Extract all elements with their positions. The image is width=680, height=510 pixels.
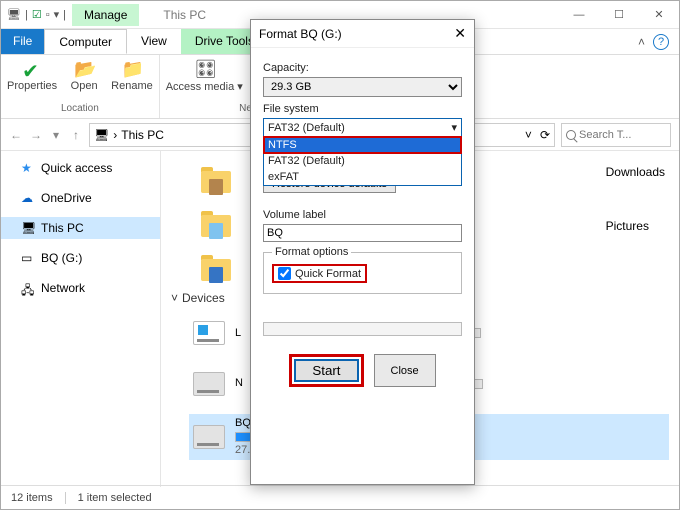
file-tab[interactable]: File	[1, 29, 44, 54]
properties-label: Properties	[7, 80, 57, 92]
format-options-fieldset: Format options Quick Format	[263, 246, 462, 294]
fs-option-fat32[interactable]: FAT32 (Default)	[264, 153, 461, 169]
search-icon	[566, 130, 576, 140]
recent-dropdown[interactable]: ▾	[49, 128, 63, 142]
box-icon: ▫	[46, 9, 50, 21]
search-box[interactable]: Search T...	[561, 123, 671, 147]
close-format-button[interactable]: Close	[374, 354, 436, 387]
fs-option-exfat[interactable]: exFAT	[264, 169, 461, 185]
forward-button[interactable]: →	[29, 128, 43, 142]
breadcrumb-root[interactable]: This PC	[121, 128, 164, 142]
filesystem-select[interactable]: FAT32 (Default)▾ NTFS FAT32 (Default) ex…	[263, 118, 462, 137]
back-button[interactable]: ←	[9, 128, 23, 142]
checkbox-icon: ☑	[32, 8, 42, 21]
rename-icon: 📁	[122, 59, 142, 79]
format-progress-bar	[263, 322, 462, 336]
up-button[interactable]: ↑	[69, 128, 83, 142]
item-count: 12 items	[11, 492, 53, 504]
sidebar-item-this-pc[interactable]: 🖥This PC	[1, 217, 160, 239]
downloads-folder-label[interactable]: Downloads	[606, 165, 665, 179]
format-options-legend: Format options	[272, 246, 351, 258]
collapse-ribbon-icon[interactable]: ˄	[638, 35, 645, 49]
drive-name: N	[235, 377, 243, 390]
filesystem-label: File system	[263, 103, 462, 115]
qat: 🖥 | ☑ ▫ ▾ |	[1, 8, 72, 21]
star-icon: ★	[21, 161, 35, 175]
address-dropdown-icon[interactable]: ˅	[525, 128, 532, 142]
drive-icon	[193, 425, 225, 449]
selection-count: 1 item selected	[78, 492, 152, 504]
qat-sep: |	[25, 9, 28, 21]
rename-label: Rename	[111, 80, 153, 92]
sidebar-item-bq-drive[interactable]: ▭BQ (G:)	[1, 247, 160, 269]
pictures-folder-label[interactable]: Pictures	[606, 219, 665, 233]
drive-icon	[193, 372, 225, 396]
help-icon[interactable]: ?	[653, 34, 669, 50]
access-media-label: Access media ▾	[166, 80, 243, 93]
computer-tab[interactable]: Computer	[44, 29, 127, 54]
quick-format-checkbox[interactable]	[278, 267, 291, 280]
navigation-pane: ★Quick access ☁OneDrive 🖥This PC ▭BQ (G:…	[1, 151, 161, 487]
drive-icon	[193, 321, 225, 345]
group-location-label: Location	[61, 103, 99, 114]
folder-icon	[201, 165, 235, 195]
pc-icon: 🖥	[21, 221, 35, 235]
chevron-down-icon: ˅	[171, 291, 178, 305]
drive-name: L	[235, 327, 241, 340]
access-media-button[interactable]: 🎛Access media ▾	[166, 59, 243, 93]
folder-icon	[201, 209, 235, 239]
capacity-select[interactable]: 29.3 GB	[263, 77, 462, 97]
volume-label-label: Volume label	[263, 209, 462, 221]
contextual-tab-label: Manage	[72, 4, 139, 26]
qat-sep2: |	[63, 9, 66, 21]
pc-icon: 🖥	[94, 128, 109, 142]
fs-option-ntfs[interactable]: NTFS	[264, 137, 461, 153]
network-icon: 🖧	[21, 281, 35, 295]
cloud-icon: ☁	[21, 191, 35, 205]
refresh-icon[interactable]: ⟳	[540, 128, 550, 142]
monitor-icon: 🖥	[7, 8, 21, 21]
qat-dropdown-icon[interactable]: ▾	[54, 8, 60, 21]
open-label: Open	[71, 80, 98, 92]
minimize-button[interactable]: —	[559, 1, 599, 29]
open-button[interactable]: 📂Open	[65, 59, 103, 92]
folder-icon	[201, 253, 235, 283]
volume-label-input[interactable]	[263, 224, 462, 242]
dialog-title: Format BQ (G:)	[259, 27, 342, 41]
status-bar: 12 items 1 item selected	[1, 485, 679, 509]
close-button[interactable]: ✕	[639, 1, 679, 29]
quick-format-label: Quick Format	[295, 268, 361, 280]
checkmark-icon: ✔	[22, 59, 42, 79]
filesystem-dropdown: NTFS FAT32 (Default) exFAT	[263, 136, 462, 186]
drive-icon: ▭	[21, 251, 35, 265]
dialog-close-button[interactable]: ✕	[454, 25, 466, 42]
start-highlight: Start	[289, 354, 363, 387]
view-tab[interactable]: View	[127, 29, 181, 54]
capacity-label: Capacity:	[263, 62, 462, 74]
search-placeholder: Search T...	[579, 129, 631, 141]
properties-button[interactable]: ✔Properties	[7, 59, 57, 92]
sidebar-item-network[interactable]: 🖧Network	[1, 277, 160, 299]
maximize-button[interactable]: ☐	[599, 1, 639, 29]
sidebar-item-onedrive[interactable]: ☁OneDrive	[1, 187, 160, 209]
rename-button[interactable]: 📁Rename	[111, 59, 153, 92]
folder-open-icon: 📂	[74, 59, 94, 79]
sidebar-item-quick-access[interactable]: ★Quick access	[1, 157, 160, 179]
quick-format-option[interactable]: Quick Format	[272, 264, 367, 283]
format-dialog: Format BQ (G:) ✕ Capacity: 29.3 GB File …	[250, 19, 475, 485]
chevron-down-icon: ▾	[451, 121, 457, 134]
start-button[interactable]: Start	[294, 359, 358, 382]
media-icon: 🎛	[194, 59, 214, 79]
